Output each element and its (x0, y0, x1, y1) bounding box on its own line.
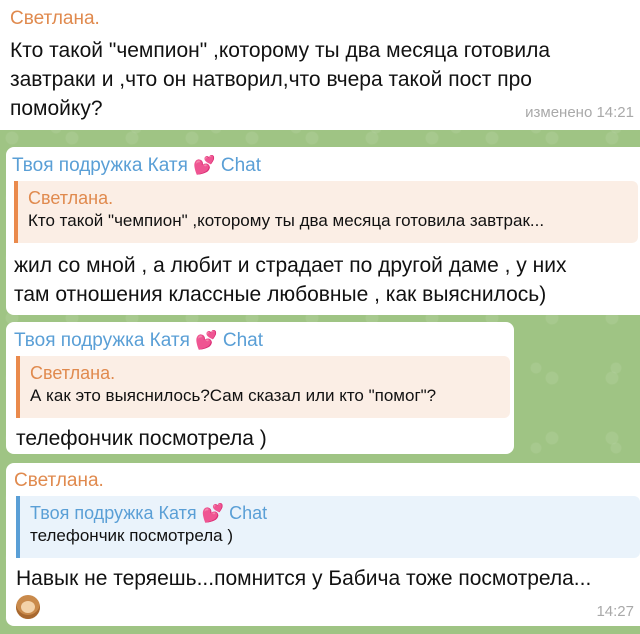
message-text: телефончик посмотрела ) (16, 427, 267, 450)
message-bubble[interactable]: Светлана. Твоя подружка Катя 💕 Chat теле… (6, 463, 640, 626)
reply-text: А как это выяснилось?Сам сказал или кто … (30, 386, 437, 405)
monkey-face-icon (16, 595, 40, 619)
heart-icon: 💕 (193, 155, 216, 175)
reply-sender: Светлана. (30, 363, 116, 383)
sender-name: Светлана. (10, 8, 100, 29)
edited-timestamp: изменено 14:21 (525, 104, 634, 121)
reply-quote[interactable]: Светлана. А как это выяснилось?Сам сказа… (16, 356, 510, 418)
sender-name: Твоя подружка Катя 💕 Chat (14, 330, 263, 351)
reply-text: Кто такой "чемпион" ,которому ты два мес… (28, 211, 545, 230)
sender-name: Твоя подружка Катя 💕 Chat (12, 155, 261, 176)
reply-text: телефончик посмотрела ) (30, 526, 234, 545)
message-text: Навык не теряешь...помнится у Бабича тож… (16, 567, 592, 590)
sender-name: Светлана. (14, 470, 104, 491)
message-text: жил со мной , а любит и страдает по друг… (14, 254, 567, 306)
reply-quote[interactable]: Светлана. Кто такой "чемпион" ,которому … (14, 181, 638, 243)
message-bubble[interactable]: Твоя подружка Катя 💕 Chat Светлана. Кто … (6, 147, 640, 315)
reply-sender: Твоя подружка Катя 💕 Chat (30, 503, 268, 523)
heart-icon: 💕 (201, 503, 225, 523)
message-bubble[interactable]: Твоя подружка Катя 💕 Chat Светлана. А ка… (6, 322, 514, 454)
reply-quote[interactable]: Твоя подружка Катя 💕 Chat телефончик пос… (16, 496, 640, 558)
heart-icon: 💕 (195, 330, 218, 350)
message-bubble[interactable]: Светлана. Кто такой "чемпион" ,которому … (0, 0, 640, 130)
message-timestamp: 14:27 (596, 603, 634, 620)
reply-sender: Светлана. (28, 188, 114, 208)
